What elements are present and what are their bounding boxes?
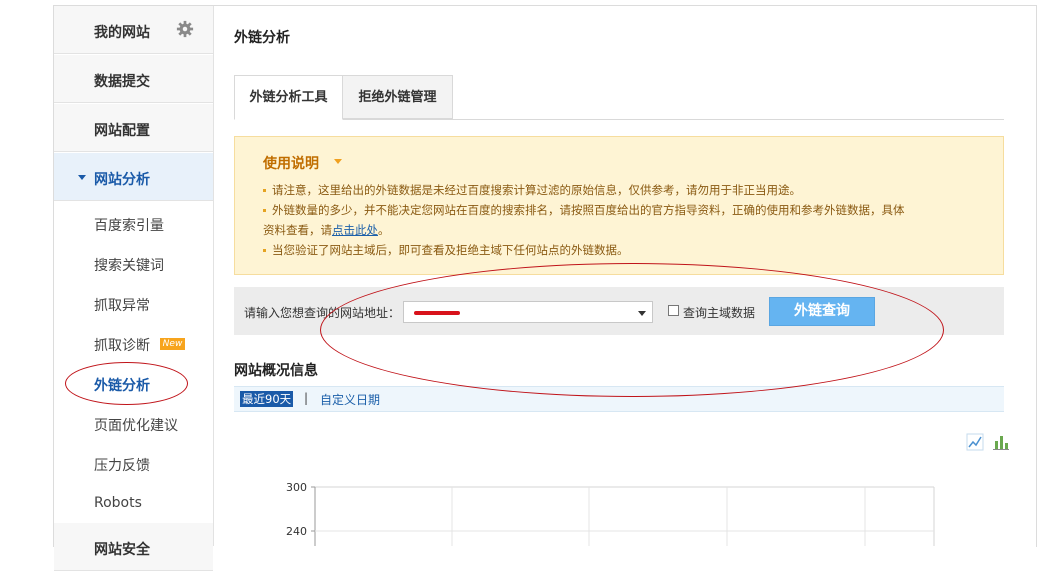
sidebar-item-site-config[interactable]: 网站配置 bbox=[54, 104, 213, 152]
bullet-icon bbox=[263, 189, 266, 192]
line-chart-icon[interactable] bbox=[966, 433, 984, 451]
sidebar-subitem-crawl-diagnosis[interactable]: 抓取诊断 bbox=[94, 335, 150, 355]
chart-y-tick-label: 240 bbox=[286, 525, 307, 538]
sidebar-item-label: 网站分析 bbox=[94, 172, 150, 188]
date-last-90-days[interactable]: 最近90天 bbox=[240, 391, 294, 407]
usage-notice: 使用说明 请注意，这里给出的外链数据是未经过百度搜索计算过滤的原始信息，仅供参考… bbox=[234, 136, 1004, 275]
notice-title: 使用说明 bbox=[263, 156, 319, 172]
date-custom-link[interactable]: 自定义日期 bbox=[320, 391, 380, 408]
sidebar-item-data-submit[interactable]: 数据提交 bbox=[54, 55, 213, 103]
click-here-link[interactable]: 点击此处 bbox=[332, 223, 378, 237]
notice-line: 外链数量的多少，并不能决定您网站在百度的搜索排名，请按照百度给出的官方指导资料，… bbox=[263, 202, 905, 218]
sidebar-item-label: 网站安全 bbox=[94, 542, 150, 558]
date-separator: | bbox=[304, 391, 309, 405]
sidebar-subitem-keywords[interactable]: 搜索关键词 bbox=[94, 255, 164, 275]
sidebar-subitem-page-optimization[interactable]: 页面优化建议 bbox=[94, 415, 178, 435]
caret-down-icon bbox=[78, 175, 86, 180]
chart-y-ticks: 300 240 bbox=[286, 481, 307, 538]
chart-y-tick-label: 300 bbox=[286, 481, 307, 494]
sidebar: 我的网站 数据提交 网站配置 网站分析 百度索引量 搜索关键词 抓取异常 抓取诊… bbox=[54, 6, 214, 571]
tabs-divider bbox=[234, 119, 1004, 120]
bar-chart-icon[interactable] bbox=[992, 433, 1010, 451]
sidebar-item-label: 网站配置 bbox=[94, 123, 150, 139]
bullet-icon bbox=[263, 209, 266, 212]
sidebar-subitem-robots[interactable]: Robots bbox=[94, 495, 142, 511]
sidebar-item-site-analysis[interactable]: 网站分析 bbox=[54, 153, 213, 201]
notice-line: 资料查看，请点击此处。 bbox=[263, 223, 390, 237]
sidebar-item-site-security[interactable]: 网站安全 bbox=[54, 523, 213, 571]
sidebar-subitem-pressure-feedback[interactable]: 压力反馈 bbox=[94, 455, 150, 475]
annotation-ellipse-query bbox=[320, 263, 944, 397]
chevron-down-icon[interactable] bbox=[334, 159, 342, 164]
notice-line: 请注意，这里给出的外链数据是未经过百度搜索计算过滤的原始信息，仅供参考，请勿用于… bbox=[263, 182, 801, 198]
backlink-chart: 300 240 bbox=[286, 481, 935, 546]
chart-grid bbox=[311, 486, 935, 546]
sidebar-subitem-index[interactable]: 百度索引量 bbox=[94, 215, 164, 235]
sidebar-item-label: 数据提交 bbox=[94, 74, 150, 90]
gear-icon[interactable] bbox=[176, 20, 194, 38]
page-title: 外链分析 bbox=[234, 30, 290, 46]
notice-line: 当您验证了网站主域后，即可查看及拒绝主域下任何站点的外链数据。 bbox=[263, 242, 629, 258]
sidebar-item-label: 我的网站 bbox=[94, 25, 150, 41]
bullet-icon bbox=[263, 249, 266, 252]
site-overview-title: 网站概况信息 bbox=[234, 363, 318, 379]
annotation-ellipse-sidebar bbox=[65, 362, 188, 405]
sidebar-subitem-crawl-errors[interactable]: 抓取异常 bbox=[94, 295, 150, 315]
tab-disavow-links[interactable]: 拒绝外链管理 bbox=[343, 75, 453, 119]
sidebar-item-my-site[interactable]: 我的网站 bbox=[54, 6, 213, 54]
tab-backlink-tool[interactable]: 外链分析工具 bbox=[234, 75, 343, 120]
new-badge: New bbox=[160, 338, 185, 350]
